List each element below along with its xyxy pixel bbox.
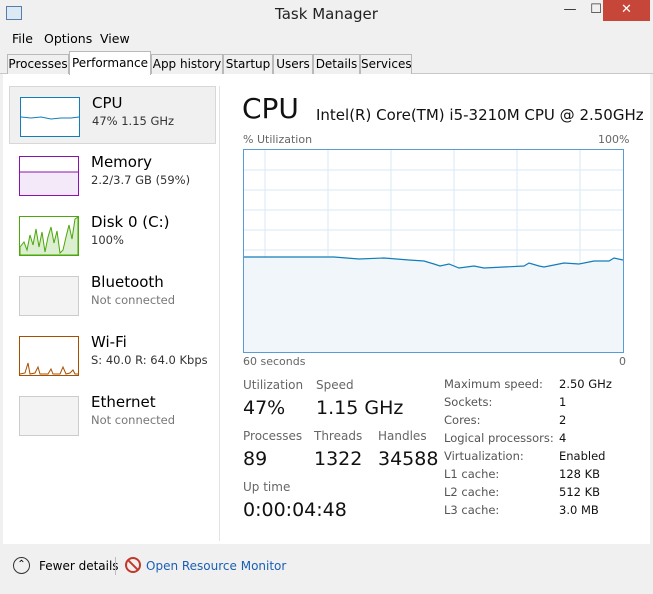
- page-title: CPU: [242, 92, 299, 125]
- sidebar-sublabel: S: 40.0 R: 64.0 Kbps: [91, 353, 208, 367]
- title-bar: Task Manager — ☐ ✕: [0, 0, 653, 28]
- spec-label: Maximum speed:: [444, 377, 543, 391]
- spec-label: L3 cache:: [444, 503, 500, 517]
- menu-file[interactable]: File: [12, 31, 33, 46]
- tab-services[interactable]: Services: [360, 54, 412, 74]
- footer-bar: ⌃ Fewer details Open Resource Monitor: [0, 548, 653, 594]
- tab-details[interactable]: Details: [313, 54, 360, 74]
- spec-value: 4: [559, 431, 567, 445]
- resource-monitor-icon[interactable]: [125, 557, 141, 573]
- uptime-label: Up time: [243, 480, 291, 494]
- uptime-value: 0:00:04:48: [243, 499, 347, 521]
- spec-value: 1: [559, 395, 567, 409]
- open-resource-monitor-link[interactable]: Open Resource Monitor: [146, 559, 286, 573]
- sidebar-item-cpu[interactable]: CPU 47% 1.15 GHz: [9, 86, 216, 144]
- cpu-thumbnail: [20, 97, 80, 137]
- spec-value: Enabled: [559, 449, 606, 463]
- menu-view[interactable]: View: [100, 31, 130, 46]
- sidebar-sublabel: Not connected: [91, 293, 176, 307]
- speed-label: Speed: [316, 378, 354, 392]
- speed-value: 1.15 GHz: [316, 397, 404, 419]
- chevron-up-icon[interactable]: ⌃: [13, 557, 30, 574]
- spec-label: L1 cache:: [444, 467, 500, 481]
- spec-label: Sockets:: [444, 395, 493, 409]
- minimize-button[interactable]: —: [557, 0, 583, 21]
- spec-value: 3.0 MB: [559, 503, 599, 517]
- utilization-label: Utilization: [243, 378, 304, 392]
- graph-x-right-label: 0: [619, 355, 626, 368]
- spec-value: 2: [559, 413, 567, 427]
- ethernet-thumbnail: [19, 396, 79, 436]
- sidebar-label: Disk 0 (C:): [91, 213, 170, 231]
- threads-value: 1322: [314, 448, 363, 470]
- bluetooth-thumbnail: [19, 276, 79, 316]
- performance-panel: CPU 47% 1.15 GHz Memory 2.2/3.7 GB (59%)…: [3, 74, 650, 544]
- fewer-details-button[interactable]: Fewer details: [39, 559, 119, 573]
- spec-value: 512 KB: [559, 485, 601, 499]
- sidebar-sublabel: 2.2/3.7 GB (59%): [91, 173, 191, 187]
- processes-label: Processes: [243, 429, 303, 443]
- tab-processes[interactable]: Processes: [7, 54, 69, 74]
- sidebar-item-disk[interactable]: Disk 0 (C:) 100%: [9, 206, 216, 264]
- tab-users[interactable]: Users: [273, 54, 313, 74]
- utilization-value: 47%: [243, 397, 286, 419]
- sidebar-sublabel: 47% 1.15 GHz: [92, 114, 175, 128]
- window-title: Task Manager: [275, 5, 378, 23]
- spec-value: 128 KB: [559, 467, 601, 481]
- sidebar-label: Ethernet: [91, 393, 156, 411]
- processes-value: 89: [243, 448, 268, 470]
- tab-bar: Processes Performance App history Startu…: [0, 51, 653, 75]
- sidebar-item-ethernet[interactable]: Ethernet Not connected: [9, 386, 216, 444]
- graph-x-left-label: 60 seconds: [243, 355, 306, 368]
- tab-app-history[interactable]: App history: [151, 54, 223, 74]
- tab-startup[interactable]: Startup: [223, 54, 273, 74]
- cpu-model: Intel(R) Core(TM) i5-3210M CPU @ 2.50GHz: [316, 106, 644, 124]
- sidebar-sublabel: Not connected: [91, 413, 176, 427]
- sidebar-label: CPU: [92, 94, 123, 112]
- disk-thumbnail: [19, 216, 79, 256]
- menu-options[interactable]: Options: [44, 31, 92, 46]
- handles-value: 34588: [378, 448, 439, 470]
- graph-y-max-label: 100%: [598, 133, 630, 146]
- menu-bar: File Options View: [0, 28, 653, 50]
- spec-label: Virtualization:: [444, 449, 524, 463]
- graph-y-label: % Utilization: [243, 133, 313, 146]
- sidebar-label: Wi-Fi: [91, 333, 127, 351]
- handles-label: Handles: [378, 429, 427, 443]
- cpu-utilization-graph: [243, 149, 624, 353]
- footer-divider: [115, 557, 116, 575]
- sidebar-label: Memory: [91, 153, 153, 171]
- sidebar-divider: [219, 86, 220, 541]
- sidebar-sublabel: 100%: [91, 233, 124, 247]
- sidebar-label: Bluetooth: [91, 273, 164, 291]
- spec-value: 2.50 GHz: [559, 377, 612, 391]
- sidebar-item-wifi[interactable]: Wi-Fi S: 40.0 R: 64.0 Kbps: [9, 326, 216, 384]
- spec-label: Cores:: [444, 413, 481, 427]
- spec-label: L2 cache:: [444, 485, 500, 499]
- wifi-thumbnail: [19, 336, 79, 376]
- tab-performance[interactable]: Performance: [69, 51, 151, 75]
- sidebar-item-memory[interactable]: Memory 2.2/3.7 GB (59%): [9, 146, 216, 204]
- sidebar-item-bluetooth[interactable]: Bluetooth Not connected: [9, 266, 216, 324]
- spec-label: Logical processors:: [444, 431, 554, 445]
- memory-thumbnail: [19, 156, 79, 196]
- close-button[interactable]: ✕: [603, 0, 650, 21]
- threads-label: Threads: [314, 429, 363, 443]
